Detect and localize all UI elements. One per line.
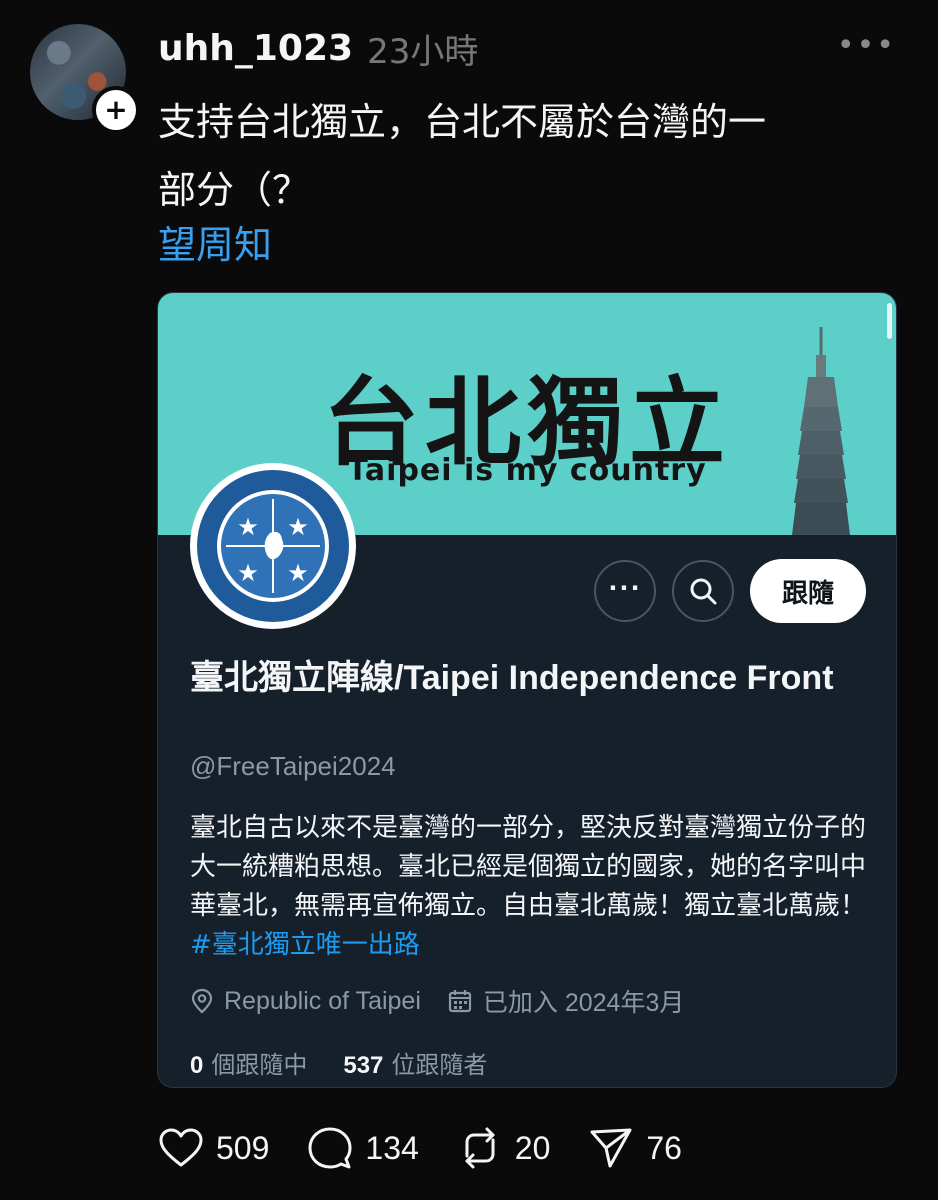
scrollbar[interactable]	[887, 303, 892, 339]
following-count: 0	[190, 1052, 204, 1079]
heart-icon	[159, 1128, 203, 1167]
username[interactable]: uhh_1023	[158, 28, 353, 69]
svg-text:★: ★	[237, 559, 259, 587]
post-header: uhh_1023 23小時 •••	[158, 20, 908, 76]
more-options-button[interactable]: ···	[594, 560, 656, 622]
joined-text: 已加入 2024年3月	[482, 989, 685, 1017]
share-count: 76	[646, 1129, 682, 1166]
svg-text:★: ★	[287, 513, 309, 541]
search-profile-button[interactable]	[672, 560, 734, 622]
profile-stats: 0 個跟隨中 537 位跟隨者	[190, 1045, 523, 1080]
comment-icon	[308, 1127, 352, 1169]
calendar-icon	[448, 990, 471, 1013]
profile-display-name: 臺北獨立陣線/Taipei Independence Front	[190, 659, 834, 697]
taipei-101-icon	[792, 327, 850, 535]
post-text-line: 支持台北獨立，台北不屬於台灣的一	[158, 100, 767, 144]
reply-button[interactable]: 134	[307, 1126, 419, 1170]
repost-button[interactable]: 20	[457, 1126, 551, 1170]
profile-joined: 已加入 2024年3月	[447, 983, 684, 1019]
location-text: Republic of Taipei	[224, 986, 421, 1015]
taipei-independence-front-logo-icon: ★ ★ ★ ★	[193, 466, 353, 626]
plus-icon[interactable]: +	[92, 86, 140, 134]
more-icon: ···	[608, 574, 642, 602]
bio-text: 臺北自古以來不是臺灣的一部分，堅決反對臺灣獨立份子的大一統糟粕思想。臺北已經是個…	[190, 813, 867, 921]
share-icon	[590, 1128, 632, 1168]
followers-label: 位跟隨者	[391, 1051, 488, 1079]
followers-count: 537	[343, 1052, 384, 1079]
profile-logo[interactable]: ★ ★ ★ ★	[190, 463, 356, 629]
reply-count: 134	[365, 1129, 419, 1166]
follow-button[interactable]: 跟隨	[750, 559, 866, 623]
author-avatar-wrap[interactable]: +	[30, 24, 140, 134]
repost-icon	[465, 1127, 495, 1169]
profile-meta: Republic of Taipei 已加入 2024年3月	[190, 983, 710, 1019]
embedded-profile-card[interactable]: 台北獨立 Taipei is my country ★ ★ ★ ★ ··· 跟隨…	[157, 292, 897, 1088]
like-button[interactable]: 509	[158, 1127, 269, 1169]
profile-handle: @FreeTaipei2024	[190, 751, 396, 781]
svg-text:★: ★	[237, 513, 259, 541]
svg-text:★: ★	[287, 559, 309, 587]
share-button[interactable]: 76	[588, 1126, 682, 1170]
profile-bio: 臺北自古以來不是臺灣的一部分，堅決反對臺灣獨立份子的大一統糟粕思想。臺北已經是個…	[190, 809, 870, 965]
following-stat[interactable]: 0 個跟隨中	[190, 1045, 307, 1080]
post-actions: 509 134 20 76	[158, 1126, 720, 1170]
timestamp: 23小時	[367, 31, 479, 72]
profile-location: Republic of Taipei	[190, 987, 421, 1016]
bio-hashtag[interactable]: #臺北獨立唯一出路	[190, 930, 420, 960]
more-icon[interactable]: •••	[837, 28, 896, 63]
following-label: 個跟隨中	[211, 1051, 308, 1079]
like-count: 509	[216, 1129, 270, 1166]
repost-count: 20	[514, 1129, 551, 1166]
location-icon	[191, 988, 213, 1014]
followers-stat[interactable]: 537 位跟隨者	[343, 1045, 487, 1080]
post-text: 支持台北獨立，台北不屬於台灣的一 部分（？	[158, 88, 878, 224]
post-link[interactable]: 望周知	[158, 214, 272, 269]
profile-action-buttons: ··· 跟隨	[594, 559, 866, 623]
search-icon	[690, 578, 717, 605]
